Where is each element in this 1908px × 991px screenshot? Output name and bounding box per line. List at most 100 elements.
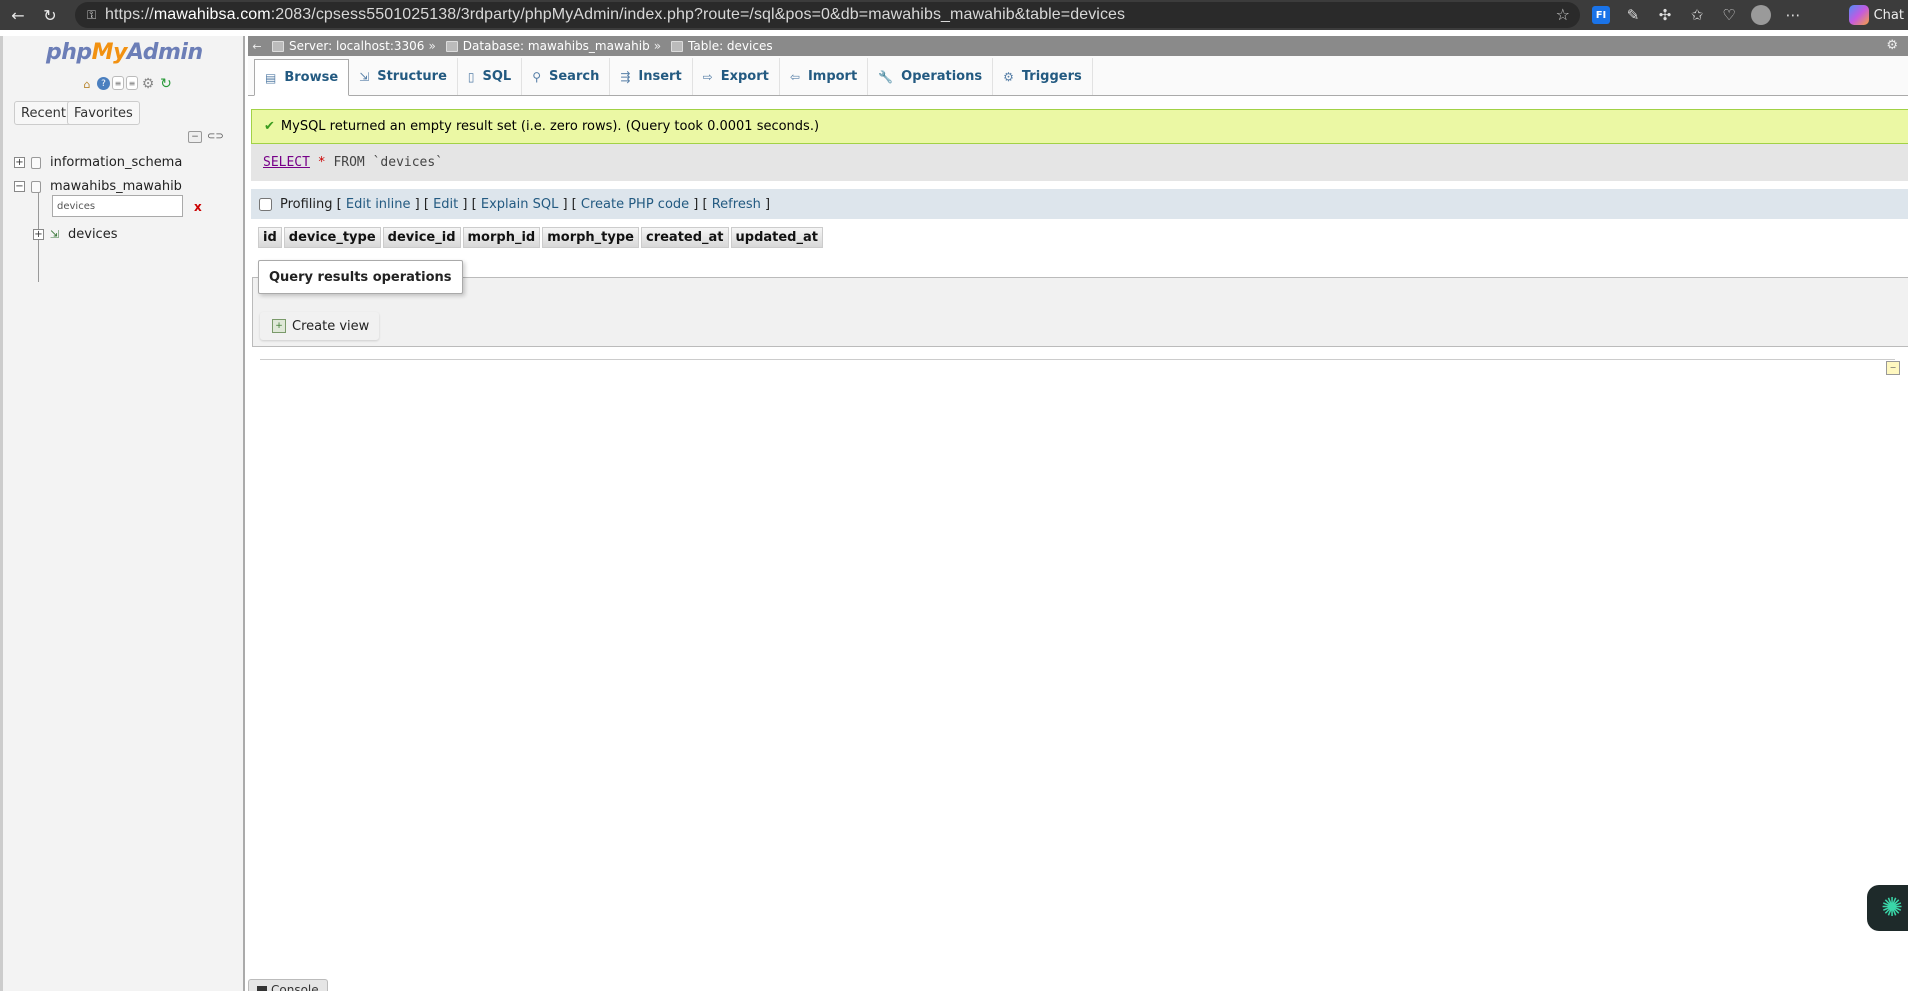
edit-inline-link[interactable]: Edit inline — [346, 197, 411, 212]
db-name[interactable]: mawahibs_mawahib — [50, 179, 182, 194]
table-structure-icon[interactable]: ⇲ — [50, 228, 64, 241]
reload-icon[interactable]: ↻ — [36, 1, 64, 29]
column-header-morph-type[interactable]: morph_type — [542, 227, 639, 248]
breadcrumb-server[interactable]: Server: localhost:3306 — [266, 39, 424, 53]
table-tabs: ▤ Browse ⇲ Structure ▯ SQL ⚲ Search ⇶ Insert … — [248, 56, 1908, 96]
query-results-operations-legend: Query results operations — [258, 260, 463, 294]
expand-icon[interactable]: + — [33, 229, 44, 240]
navigation-panel: phpMyAdmin ⌂ ? ≡ ≡ ⚙ ↻ Recent Favorites … — [0, 36, 245, 991]
db-name[interactable]: information_schema — [50, 155, 182, 170]
column-header-updated-at[interactable]: updated_at — [730, 227, 823, 248]
collapse-nav-icon[interactable]: ← — [248, 40, 266, 53]
table-icon — [671, 40, 684, 52]
table-name[interactable]: devices — [68, 227, 117, 242]
query-results-operations-fieldset — [252, 277, 1908, 347]
recent-tables-button[interactable]: Recent — [14, 101, 73, 125]
extensions-area: FI ✎ ✣ ✩ ♡ ⋯ — [1585, 0, 1809, 30]
create-view-icon: + — [272, 319, 286, 333]
copilot-chat-button[interactable]: Chat — [1848, 0, 1908, 30]
collapse-icon[interactable]: − — [14, 181, 25, 192]
table-filter-input[interactable]: devices — [52, 195, 183, 217]
page-settings-gear-icon[interactable]: ⚙ — [1886, 38, 1898, 53]
tree-db-mawahibs-mawahib[interactable]: − mawahibs_mawahib — [14, 179, 182, 194]
collapse-all-icon[interactable]: − — [188, 131, 202, 143]
fi-extension-icon[interactable]: FI — [1585, 0, 1617, 30]
bookmark-star-icon[interactable]: ☆ — [1556, 5, 1570, 24]
favorites-icon[interactable]: ✩ — [1681, 0, 1713, 30]
tree-db-information-schema[interactable]: + information_schema — [14, 155, 182, 170]
tab-sql[interactable]: ▯ SQL — [458, 58, 523, 95]
tab-search[interactable]: ⚲ Search — [522, 58, 611, 95]
link-with-main-icon[interactable]: ⊂⊃ — [207, 132, 224, 142]
edit-link[interactable]: Edit — [433, 197, 458, 212]
browse-icon: ▤ — [265, 70, 277, 85]
export-icon: ⇨ — [702, 69, 713, 84]
clear-filter-icon[interactable]: x — [194, 200, 202, 214]
database-icon — [31, 156, 41, 169]
column-header-id[interactable]: id — [258, 227, 282, 248]
breadcrumb: ← Server: localhost:3306 » Database: maw… — [248, 36, 1908, 56]
tab-browse[interactable]: ▤ Browse — [254, 59, 350, 96]
help-icon[interactable]: ? — [97, 77, 110, 90]
query-options-bar: Profiling [ Edit inline ] [ Edit ] [ Exp… — [251, 189, 1908, 219]
tab-structure[interactable]: ⇲ Structure — [349, 58, 458, 95]
tab-operations[interactable]: 🔧 Operations — [868, 58, 994, 95]
expand-icon[interactable]: + — [14, 157, 25, 168]
main-content: ← Server: localhost:3306 » Database: maw… — [248, 36, 1908, 991]
console-toggle[interactable]: Console — [248, 979, 328, 991]
copilot-icon — [1848, 5, 1869, 25]
column-header-morph-id[interactable]: morph_id — [462, 227, 541, 248]
address-bar[interactable]: ⚿ https://mawahibsa.com:2083/cpsess55010… — [75, 2, 1580, 28]
explain-sql-link[interactable]: Explain SQL — [481, 197, 558, 212]
phpmyadmin-logo[interactable]: phpMyAdmin — [46, 40, 203, 65]
breadcrumb-database[interactable]: Database: mawahibs_mawahib — [440, 39, 650, 53]
tab-triggers[interactable]: ⚙ Triggers — [993, 58, 1093, 95]
browser-toolbar: ← ↻ ⚿ https://mawahibsa.com:2083/cpsess5… — [0, 0, 1908, 30]
search-icon: ⚲ — [532, 69, 541, 84]
bookmark-query-icon[interactable]: − — [1886, 361, 1900, 375]
health-icon[interactable]: ♡ — [1713, 0, 1745, 30]
create-php-code-link[interactable]: Create PHP code — [581, 197, 689, 212]
back-arrow-icon[interactable]: ← — [4, 1, 32, 29]
docs-icon[interactable]: ≡ — [112, 76, 124, 90]
eyedropper-icon[interactable]: ✎ — [1617, 0, 1649, 30]
tab-export[interactable]: ⇨ Export — [693, 58, 780, 95]
column-header-device-type[interactable]: device_type — [283, 227, 381, 248]
results-table-header: id device_type device_id morph_id morph_… — [258, 227, 823, 248]
import-icon: ⇦ — [789, 69, 800, 84]
create-view-button[interactable]: + Create view — [260, 312, 380, 340]
console-icon — [257, 985, 267, 991]
tree-table-devices[interactable]: + ⇲ devices — [33, 227, 117, 242]
puzzle-extensions-icon[interactable]: ✣ — [1649, 0, 1681, 30]
server-icon — [272, 40, 284, 52]
sql-query-display[interactable]: SELECT * FROM `devices` — [251, 144, 1908, 181]
insert-icon: ⇶ — [620, 69, 631, 84]
structure-icon: ⇲ — [359, 69, 370, 84]
column-header-device-id[interactable]: device_id — [382, 227, 461, 248]
sql-keyword-select[interactable]: SELECT — [263, 155, 310, 170]
wrench-icon: 🔧 — [878, 69, 894, 84]
refresh-link[interactable]: Refresh — [712, 197, 761, 212]
more-menu-icon[interactable]: ⋯ — [1777, 0, 1809, 30]
site-info-icon[interactable]: ⚿ — [87, 8, 105, 23]
column-header-created-at[interactable]: created_at — [640, 227, 729, 248]
reload-navigation-icon[interactable]: ↻ — [158, 76, 174, 92]
database-icon — [31, 180, 41, 193]
url-text: https://mawahibsa.com:2083/cpsess5501025… — [105, 6, 1126, 23]
sql-docs-icon[interactable]: ≡ — [126, 76, 138, 90]
favorites-button[interactable]: Favorites — [67, 101, 140, 125]
profile-avatar-icon[interactable] — [1745, 0, 1777, 30]
message-text: MySQL returned an empty result set (i.e.… — [280, 119, 820, 134]
success-message: ✔ MySQL returned an empty result set (i.… — [251, 109, 1908, 144]
breadcrumb-table[interactable]: Table: devices — [665, 39, 773, 53]
divider — [260, 359, 1895, 360]
database-icon — [445, 40, 458, 52]
profiling-checkbox[interactable] — [259, 197, 272, 211]
check-icon: ✔ — [264, 119, 275, 134]
ai-assistant-icon[interactable]: ✺ — [1867, 885, 1908, 931]
tab-insert[interactable]: ⇶ Insert — [610, 58, 693, 95]
home-icon[interactable]: ⌂ — [79, 76, 95, 92]
tab-import[interactable]: ⇦ Import — [780, 58, 869, 95]
settings-gear-icon[interactable]: ⚙ — [140, 76, 156, 92]
quick-links: ⌂ ? ≡ ≡ ⚙ ↻ — [79, 76, 174, 92]
